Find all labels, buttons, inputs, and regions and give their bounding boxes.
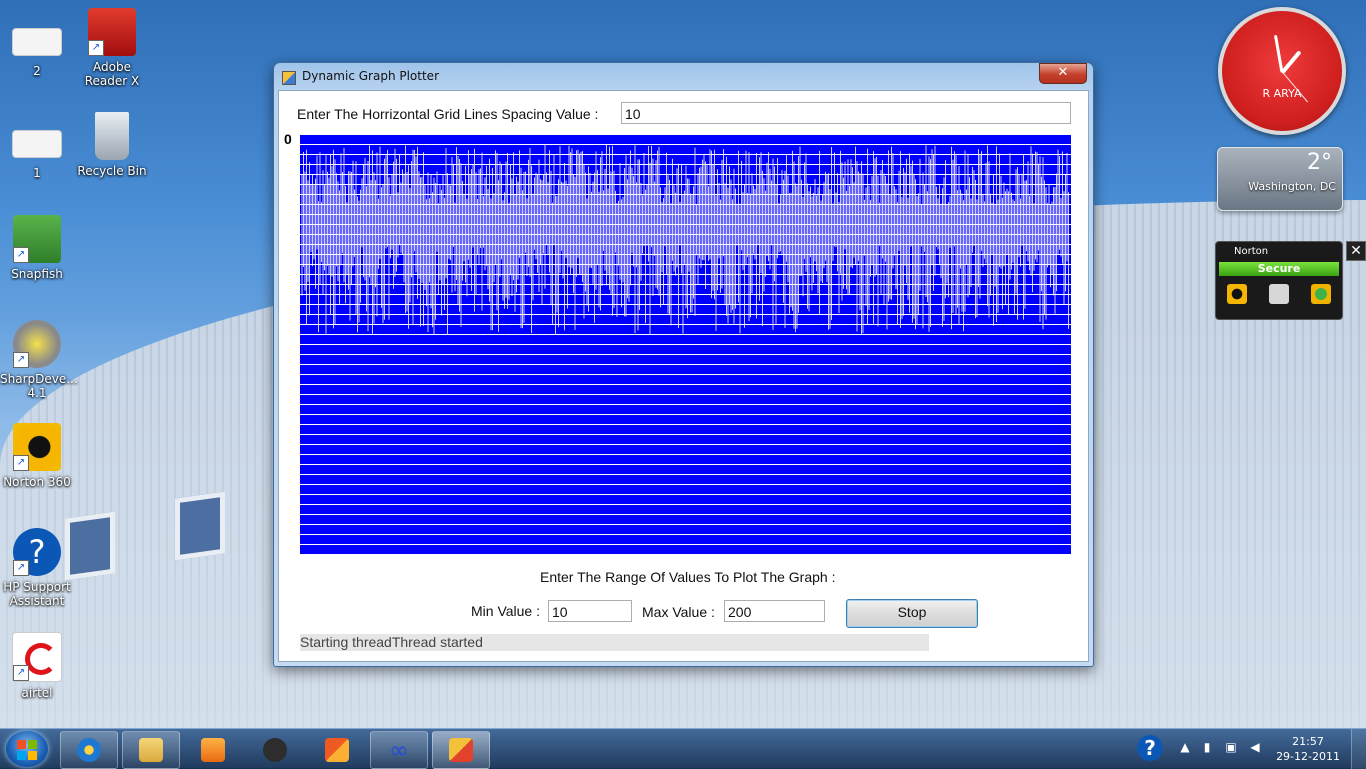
window-title: Dynamic Graph Plotter [302,69,439,83]
desktop-icon-hp-support[interactable]: ? ↗ HP Support Assistant [0,528,74,608]
desktop-icon-sharpdevelop[interactable]: ↗ SharpDeve... 4.1 [0,320,78,400]
desktop-icon-label: Adobe Reader X [84,60,140,88]
tray-clock[interactable]: 21:57 29-12-2011 [1276,734,1340,764]
dynamic-graph-plotter-window: Dynamic Graph Plotter ✕ Enter The Horriz… [273,62,1094,667]
network-icon[interactable]: ▣ [1224,740,1238,754]
office-icon [325,738,349,762]
shortcut-arrow-icon: ↗ [88,40,104,56]
taskbar: ∞ ? ▲ ▮ ▣ ◀ 21:57 29-12-2011 [0,728,1366,769]
desktop-icon-norton-360[interactable]: ↗ Norton 360 [0,423,74,489]
start-button[interactable] [6,731,48,767]
media-player-icon [201,738,225,762]
show-hidden-icons-icon[interactable]: ▲ [1178,740,1192,754]
adobe-reader-icon: ↗ [88,8,136,56]
range-label: Enter The Range Of Values To Plot The Gr… [540,569,836,585]
power-icon[interactable]: ▮ [1200,740,1214,754]
norton-icon: ↗ [13,423,61,471]
window-client-area: Enter The Horrizontal Grid Lines Spacing… [278,90,1089,662]
min-value-input[interactable]: 10 [548,600,632,622]
windows-logo-icon [28,740,37,749]
shortcut-arrow-icon: ↗ [13,352,29,368]
snapfish-icon: ↗ [13,215,61,263]
recycle-bin-icon [95,112,129,160]
windows-logo-icon [17,751,26,760]
help-icon[interactable]: ? [1137,735,1163,761]
desktop-icon-airtel[interactable]: ↗ airtel [0,632,74,700]
desktop-icon-recycle-bin[interactable]: Recycle Bin [75,112,149,178]
taskbar-media-player[interactable] [184,731,242,769]
norton-update-icon[interactable] [1311,284,1331,304]
desktop-icon-label: HP Support Assistant [3,580,71,608]
graph-origin-label: 0 [284,131,292,147]
clock-minute-hand [1273,34,1284,73]
title-bar[interactable]: Dynamic Graph Plotter ✕ [274,63,1093,89]
desktop-icon-label: 2 [33,64,41,78]
taskbar-infinity-app[interactable]: ∞ [370,731,428,769]
max-value-label: Max Value : [642,604,715,620]
grid-spacing-input[interactable]: 10 [621,102,1071,124]
desktop-icon-label: Norton 360 [3,475,71,489]
desktop-icon-label: SharpDeve... 4.1 [0,372,78,400]
hp-icon [263,738,287,762]
document-thumbnail-icon [12,130,62,158]
grid-spacing-label: Enter The Horrizontal Grid Lines Spacing… [297,106,599,122]
desktop-icon-label: Recycle Bin [77,164,147,178]
shortcut-arrow-icon: ↗ [13,560,29,576]
close-button[interactable]: ✕ [1039,63,1087,84]
shortcut-arrow-icon: ↗ [13,247,29,263]
clock-hour-hand [1280,50,1302,75]
hp-support-icon: ? ↗ [13,528,61,576]
norton-scan-icon[interactable] [1227,284,1247,304]
wallpaper-window [175,491,225,561]
windows-logo-icon [17,740,26,749]
sharpdevelop-icon: ↗ [13,320,61,368]
tray-date: 29-12-2011 [1276,750,1340,763]
norton-brand: Norton [1234,246,1269,257]
weather-temperature: 2° [1307,150,1332,175]
shortcut-arrow-icon: ↗ [13,455,29,471]
desktop-icon-label: 1 [33,166,41,180]
norton-identity-icon[interactable] [1269,284,1289,304]
volume-icon[interactable]: ◀ [1248,740,1262,754]
file-explorer-icon [139,738,163,762]
taskbar-office[interactable] [308,731,366,769]
graph-waveform [301,145,1069,335]
graph-plotter-app-icon [449,738,473,762]
internet-explorer-icon [77,738,101,762]
app-icon [282,71,296,85]
weather-city: Washington, DC [1248,180,1336,193]
gadget-close-button[interactable]: ✕ [1346,241,1366,261]
norton-status: Secure [1219,262,1339,276]
clock-gadget[interactable]: R ARYA [1218,7,1346,135]
show-desktop-button[interactable] [1351,729,1366,769]
weather-gadget[interactable]: 2° Washington, DC [1217,147,1343,211]
taskbar-internet-explorer[interactable] [60,731,118,769]
desktop-icon-2[interactable]: 2 [0,22,74,78]
taskbar-hp[interactable] [246,731,304,769]
desktop-icon-snapfish[interactable]: ↗ Snapfish [0,215,74,281]
status-bar: Starting threadThread started [300,634,929,651]
desktop-icon-adobe-reader[interactable]: ↗ Adobe Reader X [75,8,149,88]
tray-time: 21:57 [1292,735,1324,748]
desktop-icon-label: Snapfish [11,267,63,281]
shortcut-arrow-icon: ↗ [13,665,29,681]
desktop-icon-label: airtel [21,686,53,700]
graph-trace [301,145,1069,335]
desktop-icon-1[interactable]: 1 [0,124,74,180]
stop-button[interactable]: Stop [846,599,978,628]
max-value-input[interactable]: 200 [724,600,825,622]
windows-logo-icon [28,751,37,760]
clock-name: R ARYA [1262,87,1302,100]
document-thumbnail-icon [12,28,62,56]
taskbar-graph-plotter[interactable] [432,731,490,769]
infinity-app-icon: ∞ [389,736,409,764]
min-value-label: Min Value : [471,603,540,619]
airtel-icon: ↗ [12,632,62,682]
norton-gadget[interactable]: Norton Secure [1215,241,1343,320]
taskbar-file-explorer[interactable] [122,731,180,769]
graph-panel [300,135,1071,554]
